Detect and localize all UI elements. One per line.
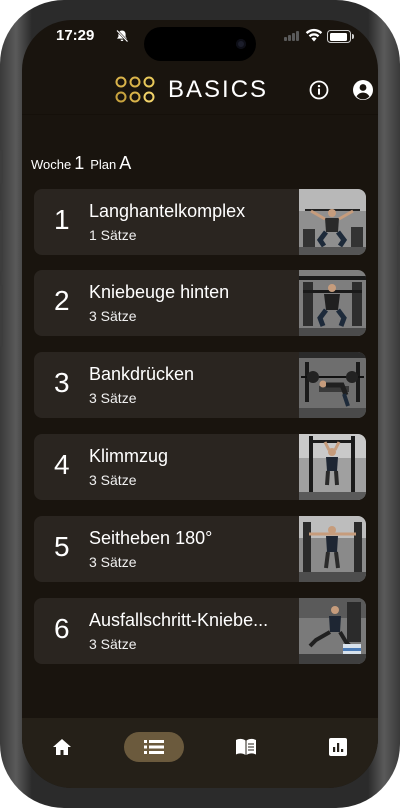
exercise-card[interactable]: 1 Langhantelkomplex 1 Sätze <box>34 189 366 255</box>
list-icon <box>144 740 164 754</box>
exercise-number: 5 <box>54 531 70 562</box>
app-screen: 17:29 BASICS Woche 1 Plan A 1 Langhantel… <box>22 20 378 788</box>
exercise-name: Langhantelkomplex <box>89 201 246 221</box>
app-bar: BASICS <box>22 70 378 110</box>
dots-grid-logo <box>115 76 155 103</box>
exercise-card[interactable]: 3 Bankdrücken 3 Sätze <box>34 352 366 418</box>
plan-label: Plan <box>90 157 117 172</box>
exercise-number: 3 <box>54 367 70 398</box>
nav-library[interactable] <box>216 732 276 762</box>
exercise-thumbnail <box>299 189 366 255</box>
exercise-sets: 3 Sätze <box>89 308 137 324</box>
chart-icon <box>329 738 347 756</box>
bottom-nav <box>22 718 378 788</box>
app-bar-divider <box>22 114 378 115</box>
exercise-thumbnail <box>299 434 366 500</box>
exercise-name: Kniebeuge hinten <box>89 282 230 302</box>
exercise-sets: 3 Sätze <box>89 472 137 488</box>
nav-plan[interactable] <box>124 732 184 762</box>
week-value: 1 <box>74 153 85 173</box>
exercise-thumbnail <box>299 352 366 418</box>
exercise-thumbnail <box>299 270 366 336</box>
home-icon <box>53 739 71 755</box>
exercise-name: Klimmzug <box>89 446 169 466</box>
exercise-card[interactable]: 4 Klimmzug 3 Sätze <box>34 434 366 500</box>
status-time: 17:29 <box>56 27 95 44</box>
exercise-number: 6 <box>54 613 70 644</box>
exercise-number: 2 <box>54 285 70 316</box>
exercise-sets: 3 Sätze <box>89 636 137 652</box>
nav-stats[interactable] <box>308 732 368 762</box>
exercise-card[interactable]: 2 Kniebeuge hinten 3 Sätze <box>34 270 366 336</box>
front-camera <box>236 39 246 49</box>
plan-header: Woche 1 Plan A <box>31 153 137 175</box>
wifi-icon <box>305 28 323 42</box>
exercise-number: 4 <box>54 449 70 480</box>
exercise-name: Ausfallschritt-Kniebe... <box>89 610 269 630</box>
bell-slash-icon <box>116 29 129 43</box>
exercise-name: Bankdrücken <box>89 364 195 384</box>
plan-value: A <box>119 153 132 173</box>
exercise-thumbnail <box>299 516 366 582</box>
exercise-number: 1 <box>54 204 70 235</box>
exercise-sets: 3 Sätze <box>89 554 137 570</box>
battery-icon <box>327 30 354 43</box>
app-logo-text: BASICS <box>168 76 269 103</box>
nav-home[interactable] <box>32 732 92 762</box>
info-icon[interactable] <box>309 80 329 100</box>
exercise-sets: 3 Sätze <box>89 390 137 406</box>
week-label: Woche <box>31 157 72 172</box>
action-button <box>0 150 3 184</box>
account-icon[interactable] <box>352 79 374 101</box>
volume-up-button <box>0 210 3 272</box>
exercise-name: Seitheben 180° <box>89 528 213 548</box>
exercise-card[interactable]: 5 Seitheben 180° 3 Sätze <box>34 516 366 582</box>
dynamic-island <box>144 27 256 61</box>
book-icon <box>236 738 256 755</box>
exercise-sets: 1 Sätze <box>89 227 137 243</box>
exercise-thumbnail <box>299 598 366 664</box>
volume-down-button <box>0 285 3 347</box>
exercise-card[interactable]: 6 Ausfallschritt-Kniebe... 3 Sätze <box>34 598 366 664</box>
status-bar: 17:29 <box>22 20 378 61</box>
